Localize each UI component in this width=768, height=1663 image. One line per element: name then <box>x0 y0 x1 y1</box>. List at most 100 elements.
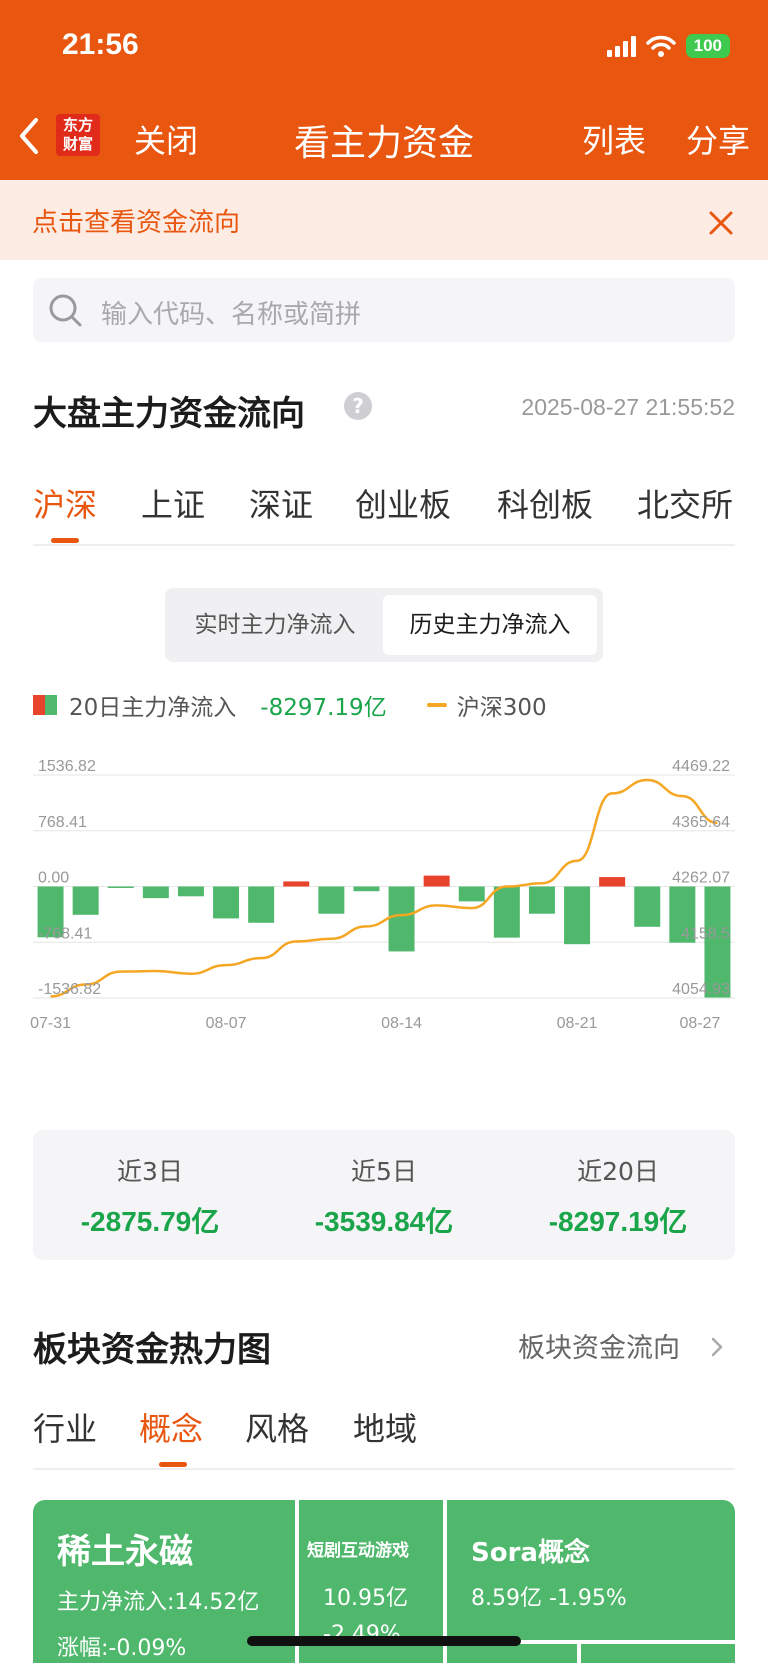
notice-banner[interactable]: 点击查看资金流向 <box>0 180 768 260</box>
y2-axis-label: 4469.22 <box>672 758 730 775</box>
tab-shenzheng[interactable]: 深证 <box>249 480 313 526</box>
y-axis-label: 0.00 <box>38 870 69 887</box>
heatmap-tile[interactable]: Sora概念 8.59亿 -1.95% <box>447 1500 735 1640</box>
home-indicator <box>247 1636 521 1646</box>
battery-indicator: 100 <box>685 34 730 58</box>
summary-20d: 近20日 -8297.19亿 <box>501 1130 735 1240</box>
flow-bar <box>318 886 345 914</box>
list-button[interactable]: 列表 <box>582 116 646 162</box>
flow-bar <box>423 875 450 887</box>
tile-inflow: 主力净流入:14.52亿 <box>57 1590 260 1615</box>
flow-mode-toggle: 实时主力净流入 历史主力净流入 <box>165 588 603 662</box>
notice-text[interactable]: 点击查看资金流向 <box>32 202 240 239</box>
app-logo: 东方财富 <box>56 114 100 156</box>
y-axis-label: 768.41 <box>38 814 87 831</box>
x-axis-label: 08-27 <box>679 1015 720 1032</box>
status-time: 21:56 <box>62 28 139 61</box>
close-button[interactable]: 关闭 <box>134 116 198 162</box>
tile-change: 涨幅:-0.09% <box>57 1636 187 1661</box>
chevron-right-icon[interactable] <box>710 1336 724 1358</box>
legend-series2-label: 沪深300 <box>456 695 547 721</box>
sector-heatmap-title: 板块资金热力图 <box>33 1330 271 1370</box>
tab-concept[interactable]: 概念 <box>139 1404 203 1450</box>
summary-value: -2875.79亿 <box>80 1206 220 1237</box>
y2-axis-label: 4054.93 <box>672 981 730 998</box>
x-axis-label: 07-31 <box>30 1015 71 1032</box>
inflow-outflow-swatch <box>33 695 57 715</box>
y-axis-label: 1536.82 <box>38 758 96 775</box>
tab-style[interactable]: 风格 <box>245 1404 309 1450</box>
tab-industry[interactable]: 行业 <box>33 1404 97 1450</box>
wifi-icon <box>645 35 676 57</box>
flow-bar <box>213 886 240 919</box>
flow-bar <box>458 886 485 902</box>
active-tab-indicator <box>159 1462 187 1467</box>
search-placeholder: 输入代码、名称或简拼 <box>101 300 362 330</box>
tab-hushen[interactable]: 沪深 <box>33 480 97 526</box>
flow-bar <box>599 877 626 887</box>
realtime-flow-option[interactable]: 实时主力净流入 <box>171 595 379 655</box>
tile-name: Sora概念 <box>471 1538 590 1568</box>
x-axis-label: 08-21 <box>557 1015 598 1032</box>
flow-bar <box>177 886 204 897</box>
tab-chuangyeban[interactable]: 创业板 <box>355 480 451 526</box>
flow-bar <box>107 886 134 888</box>
legend-series1-value: -8297.19亿 <box>260 695 387 721</box>
summary-label: 近20日 <box>577 1157 659 1186</box>
tab-region[interactable]: 地域 <box>353 1404 417 1450</box>
heatmap-tile[interactable] <box>447 1644 577 1663</box>
sector-tabs: 行业 概念 风格 地域 <box>33 1404 735 1470</box>
tab-beijiaosuo[interactable]: 北交所 <box>637 480 733 526</box>
active-tab-indicator <box>51 538 79 543</box>
tile-name: 短剧互动游戏 <box>307 1541 409 1561</box>
chart-legend: 20日主力净流入 -8297.19亿 沪深300 <box>33 690 547 721</box>
flow-chart[interactable]: 1536.82 768.41 0.00 -768.41 -1536.82 4469.22 4… <box>0 740 768 1100</box>
page-title: 看主力资金 <box>293 123 474 164</box>
search-icon <box>49 294 82 327</box>
tab-shangzheng[interactable]: 上证 <box>141 480 205 526</box>
flow-bar <box>142 886 169 899</box>
flow-summary: 近3日 -2875.79亿 近5日 -3539.84亿 近20日 -8297.1… <box>33 1130 735 1260</box>
tile-inflow: 10.95亿 <box>323 1586 408 1611</box>
x-axis-label: 08-14 <box>381 1015 422 1032</box>
summary-value: -8297.19亿 <box>548 1206 688 1237</box>
index-line-swatch <box>426 703 447 707</box>
y-axis-label: -768.41 <box>38 925 92 942</box>
summary-label: 近3日 <box>117 1157 183 1186</box>
flow-bar <box>283 881 310 887</box>
update-timestamp: 2025-08-27 21:55:52 <box>521 394 735 420</box>
share-button[interactable]: 分享 <box>686 116 750 162</box>
tile-inflow: 8.59亿 -1.95% <box>471 1586 627 1611</box>
close-icon[interactable] <box>706 208 736 238</box>
market-tabs: 沪深 上证 深证 创业板 科创板 北交所 <box>33 480 735 546</box>
market-flow-title: 大盘主力资金流向 <box>33 394 305 434</box>
y2-axis-label: 4365.64 <box>672 814 730 831</box>
tile-name: 稀土永磁 <box>57 1532 193 1572</box>
legend-series1-label: 20日主力净流入 <box>69 695 237 721</box>
y2-axis-label: 4262.07 <box>672 870 730 887</box>
status-icons: 100 <box>606 34 730 58</box>
history-flow-option[interactable]: 历史主力净流入 <box>383 595 597 655</box>
summary-value: -3539.84亿 <box>314 1206 454 1237</box>
y2-axis-label: 4158.5 <box>681 925 730 942</box>
heatmap-tile[interactable] <box>581 1644 735 1663</box>
search-input[interactable]: 输入代码、名称或简拼 <box>33 278 735 342</box>
back-arrow-icon[interactable] <box>18 116 40 156</box>
flow-bar <box>634 886 661 927</box>
flow-bar <box>564 886 591 945</box>
tab-kechuangban[interactable]: 科创板 <box>497 480 593 526</box>
summary-5d: 近5日 -3539.84亿 <box>267 1130 501 1240</box>
top-header: 21:56 100 东方财富 关闭 看主力资金 列表 分享 <box>0 0 768 180</box>
summary-3d: 近3日 -2875.79亿 <box>33 1130 267 1240</box>
signal-icon <box>606 35 636 57</box>
x-axis-label: 08-07 <box>206 1015 247 1032</box>
summary-label: 近5日 <box>351 1157 417 1186</box>
flow-bar <box>528 886 555 914</box>
y-axis-label: -1536.82 <box>38 981 101 998</box>
sector-flow-link[interactable]: 板块资金流向 <box>518 1326 680 1365</box>
flow-bar <box>388 886 415 952</box>
flow-bar <box>248 886 275 923</box>
help-icon[interactable]: ? <box>344 392 372 420</box>
flow-bar <box>353 886 380 892</box>
flow-bar <box>493 886 520 938</box>
